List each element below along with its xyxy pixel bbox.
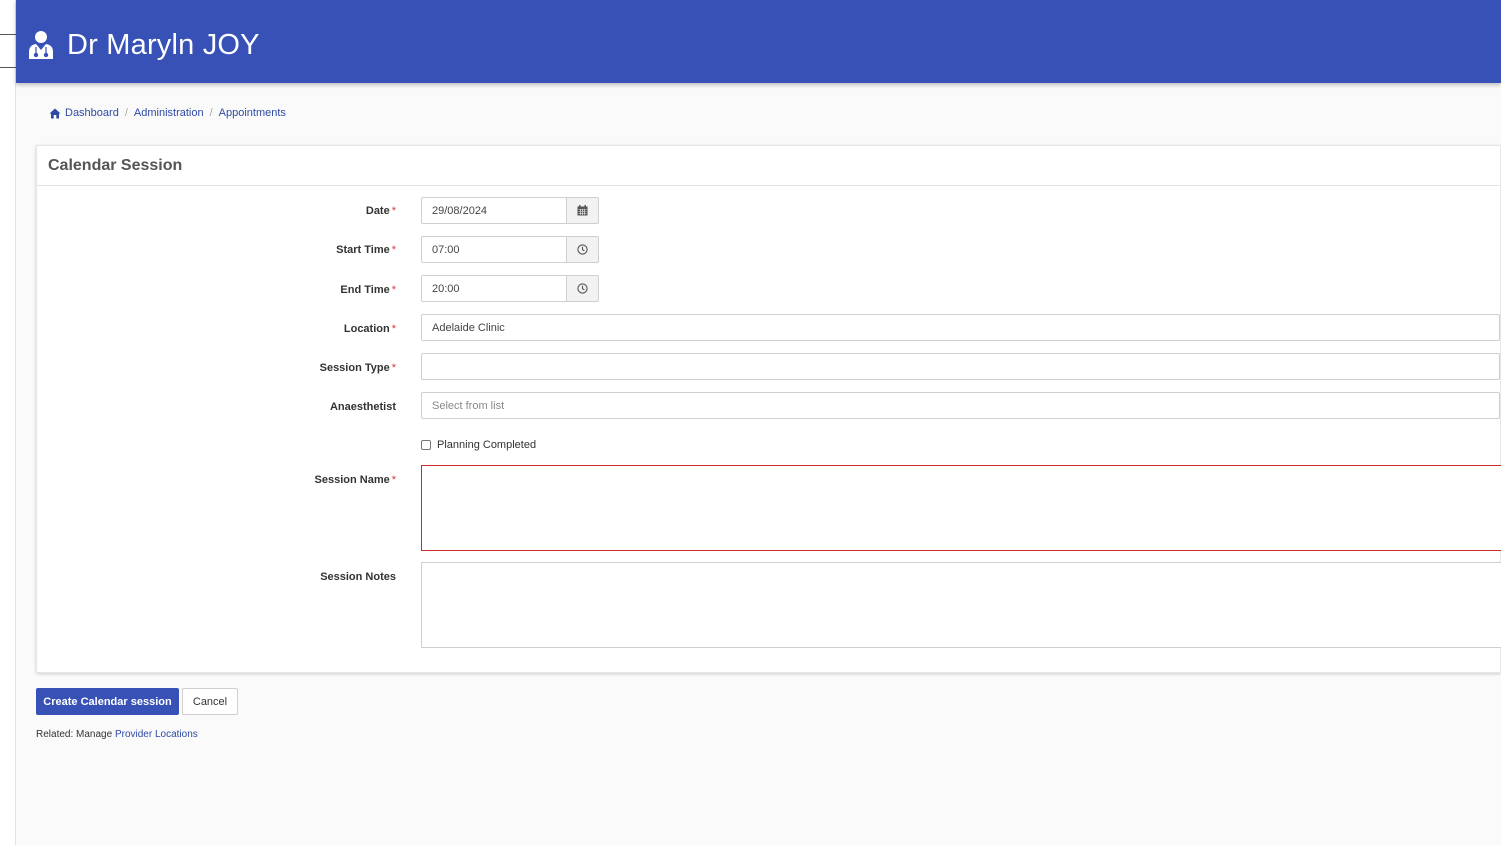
date-picker-button[interactable]	[566, 197, 599, 224]
breadcrumb: Dashboard / Administration / Appointment…	[49, 107, 286, 119]
date-input[interactable]: 29/08/2024	[421, 197, 567, 224]
breadcrumb-separator: /	[124, 107, 128, 119]
session-notes-textarea[interactable]	[421, 562, 1501, 648]
planning-completed-label: Planning Completed	[437, 439, 537, 451]
session-type-label: Session Type *	[319, 362, 396, 374]
location-label: Location *	[343, 323, 396, 335]
clock-icon	[577, 283, 588, 294]
session-name-textarea[interactable]	[421, 465, 1501, 551]
breadcrumb-separator: /	[209, 107, 213, 119]
related-links: Related: Manage Provider Locations	[36, 729, 198, 740]
session-notes-label: Session Notes	[320, 571, 396, 583]
end-time-label: End Time *	[340, 284, 396, 296]
doctor-icon	[29, 31, 53, 59]
clock-icon	[577, 244, 588, 255]
end-time-picker-button[interactable]	[566, 275, 599, 302]
date-label: Date *	[365, 205, 396, 217]
page-title: Dr Maryln JOY	[67, 29, 260, 61]
start-time-input[interactable]: 07:00	[421, 236, 567, 263]
start-time-label: Start Time *	[336, 244, 396, 256]
related-prefix: Related: Manage	[36, 729, 113, 740]
planning-completed-checkbox[interactable]	[421, 440, 431, 450]
breadcrumb-administration[interactable]: Administration	[134, 107, 204, 119]
session-name-label: Session Name *	[314, 474, 396, 486]
edge-divider	[0, 67, 16, 68]
breadcrumb-appointments[interactable]: Appointments	[219, 107, 286, 119]
app-header: Dr Maryln JOY	[16, 0, 1501, 83]
session-type-select[interactable]	[421, 353, 1500, 380]
calendar-icon	[577, 205, 588, 216]
create-calendar-session-button[interactable]: Create Calendar session	[36, 688, 179, 715]
breadcrumb-dashboard[interactable]: Dashboard	[65, 107, 119, 119]
calendar-session-card: Calendar Session Date * 29/08/2024 Start …	[36, 145, 1501, 673]
left-edge-strip	[0, 0, 16, 845]
end-time-input[interactable]: 20:00	[421, 275, 567, 302]
provider-locations-link[interactable]: Provider Locations	[115, 729, 198, 740]
home-icon	[49, 108, 61, 118]
edge-divider	[0, 34, 16, 35]
card-divider	[37, 185, 1500, 186]
planning-completed-row: Planning Completed	[421, 439, 536, 451]
anaesthetist-label: Anaesthetist	[329, 401, 396, 413]
cancel-button[interactable]: Cancel	[182, 688, 238, 715]
anaesthetist-select[interactable]: Select from list	[421, 392, 1500, 419]
location-select[interactable]: Adelaide Clinic	[421, 314, 1500, 341]
card-title: Calendar Session	[48, 157, 183, 174]
page: Dr Maryln JOY Dashboard / Administration…	[16, 0, 1501, 845]
start-time-picker-button[interactable]	[566, 236, 599, 263]
